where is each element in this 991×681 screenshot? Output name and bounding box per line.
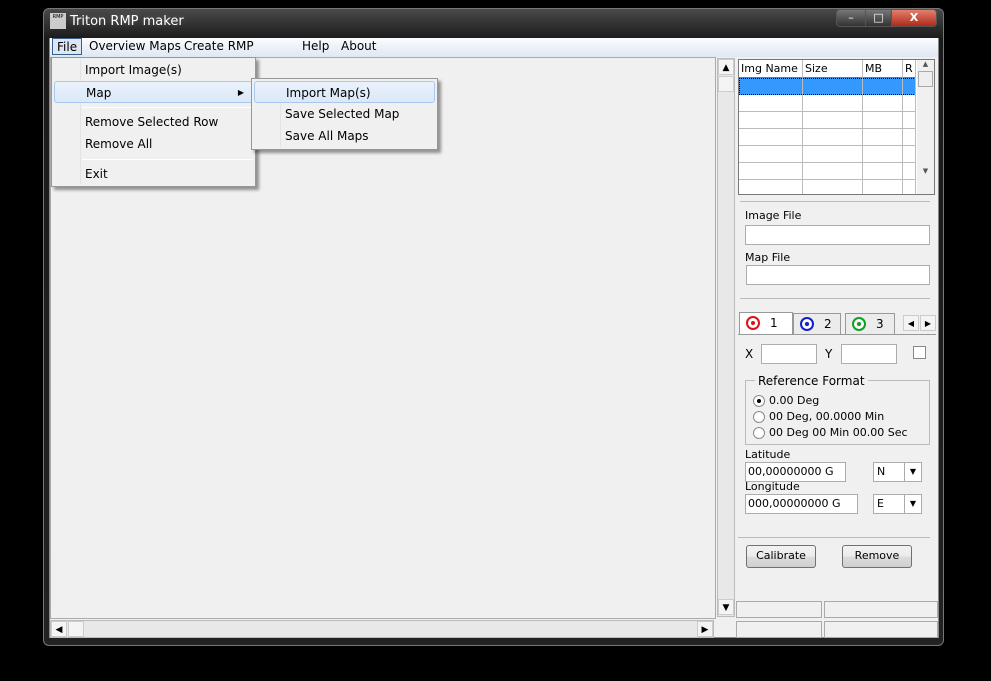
chevron-down-icon[interactable]: ▼	[904, 495, 921, 513]
table-row[interactable]	[739, 129, 916, 146]
map-submenu: Import Map(s) Save Selected Map Save All…	[251, 78, 438, 150]
menu-item-save-all-maps[interactable]: Save All Maps	[254, 125, 435, 147]
target-red-icon	[746, 316, 760, 330]
target-green-icon	[852, 317, 866, 331]
scroll-right-arrow-icon[interactable]: ▶	[697, 621, 713, 637]
scroll-down-arrow-icon[interactable]: ▼	[718, 599, 734, 615]
menu-separator	[82, 107, 253, 108]
selected-value: E	[877, 497, 884, 510]
status-panel	[736, 621, 822, 638]
scroll-thumb-horizontal[interactable]	[68, 621, 84, 637]
selected-value: N	[877, 465, 886, 478]
table-row[interactable]	[739, 78, 916, 95]
table-row[interactable]	[739, 112, 916, 129]
table-row[interactable]	[739, 95, 916, 112]
longitude-label: Longitude	[745, 480, 800, 493]
tab-label: 2	[824, 317, 832, 331]
menu-about[interactable]: About	[337, 38, 380, 56]
minimize-button[interactable]: –	[836, 9, 866, 27]
column-mb[interactable]: MB	[863, 60, 903, 78]
tab-label: 3	[876, 317, 884, 331]
map-file-label: Map File	[745, 251, 791, 264]
menu-item-remove-selected-row[interactable]: Remove Selected Row	[54, 111, 253, 133]
chevron-down-icon[interactable]: ▼	[904, 463, 921, 481]
menu-item-exit[interactable]: Exit	[54, 163, 253, 185]
reference-format-title: Reference Format	[755, 374, 868, 388]
tab-scroll-left-icon[interactable]: ◀	[903, 315, 919, 331]
grid-line	[902, 60, 903, 194]
target-blue-icon	[800, 317, 814, 331]
divider	[738, 537, 930, 538]
menu-help[interactable]: Help	[298, 38, 333, 56]
maximize-button[interactable]: □	[865, 9, 892, 27]
horizontal-scrollbar[interactable]	[50, 620, 714, 638]
grid-line	[862, 60, 863, 194]
grid-line	[915, 60, 916, 194]
menu-separator	[82, 159, 253, 160]
remove-button[interactable]: Remove	[842, 545, 912, 568]
radio-deg-min[interactable]	[753, 411, 765, 423]
radio-deg[interactable]	[753, 395, 765, 407]
scroll-up-arrow-icon[interactable]: ▲	[718, 59, 734, 75]
y-label: Y	[825, 347, 833, 361]
menu-item-save-selected-map[interactable]: Save Selected Map	[254, 103, 435, 125]
menu-item-label: Map	[86, 86, 112, 100]
menu-create-rmp[interactable]: Create RMP	[180, 38, 258, 56]
x-label: X	[745, 347, 754, 361]
latitude-label: Latitude	[745, 448, 791, 461]
image-file-input[interactable]	[745, 225, 930, 245]
y-input[interactable]	[841, 344, 897, 364]
image-grid[interactable]: Img Name Size MB R ▲ ▼	[738, 59, 935, 195]
submenu-arrow-icon: ▶	[237, 88, 244, 97]
menu-item-import-maps[interactable]: Import Map(s)	[254, 81, 435, 103]
longitude-input[interactable]: 000,00000000 G	[745, 494, 858, 514]
status-panel	[824, 601, 938, 618]
app-icon: RMP	[50, 13, 66, 29]
radio-deg-label: 0.00 Deg	[769, 394, 820, 407]
longitude-hemisphere-select[interactable]: E ▼	[873, 494, 922, 514]
column-img-name[interactable]: Img Name	[739, 60, 803, 78]
tab-scroll-right-icon[interactable]: ▶	[920, 315, 936, 331]
status-panel	[824, 621, 938, 638]
menu-overview-maps[interactable]: Overview Maps	[85, 38, 185, 56]
menu-item-remove-all[interactable]: Remove All	[54, 133, 253, 155]
grid-line	[802, 60, 803, 194]
image-file-label: Image File	[745, 209, 802, 222]
tab-label: 1	[770, 316, 778, 330]
checkbox[interactable]	[913, 346, 926, 359]
grid-scrollbar[interactable]: ▲ ▼	[917, 60, 934, 194]
x-input[interactable]	[761, 344, 817, 364]
map-file-input[interactable]	[746, 265, 930, 285]
radio-deg-min-sec[interactable]	[753, 427, 765, 439]
menu-file[interactable]: File	[52, 38, 83, 55]
menu-item-import-images[interactable]: Import Image(s)	[54, 59, 253, 81]
scroll-left-arrow-icon[interactable]: ◀	[51, 621, 67, 637]
divider	[740, 201, 930, 202]
menu-item-map[interactable]: Map ▶	[54, 81, 253, 103]
radio-deg-min-sec-label: 00 Deg 00 Min 00.00 Sec	[769, 426, 908, 439]
tab-point-3[interactable]: 3	[845, 313, 895, 334]
tab-point-2[interactable]: 2	[793, 313, 841, 334]
column-size[interactable]: Size	[803, 60, 863, 78]
table-row[interactable]	[739, 146, 916, 163]
vertical-scrollbar[interactable]	[717, 58, 735, 617]
tab-border	[738, 334, 936, 335]
file-menu: Import Image(s) Map ▶ Remove Selected Row…	[51, 57, 256, 187]
calibrate-button[interactable]: Calibrate	[746, 545, 816, 568]
close-button[interactable]: X	[891, 9, 937, 27]
table-row[interactable]	[739, 163, 916, 180]
status-panel	[736, 601, 822, 618]
window-title: Triton RMP maker	[70, 14, 184, 29]
table-row[interactable]	[739, 180, 916, 197]
latitude-input[interactable]: 00,00000000 G	[745, 462, 846, 482]
radio-deg-min-label: 00 Deg, 00.0000 Min	[769, 410, 885, 423]
scroll-thumb[interactable]	[718, 76, 734, 92]
latitude-hemisphere-select[interactable]: N ▼	[873, 462, 922, 482]
tab-point-1[interactable]: 1	[739, 312, 793, 335]
divider	[740, 298, 930, 299]
